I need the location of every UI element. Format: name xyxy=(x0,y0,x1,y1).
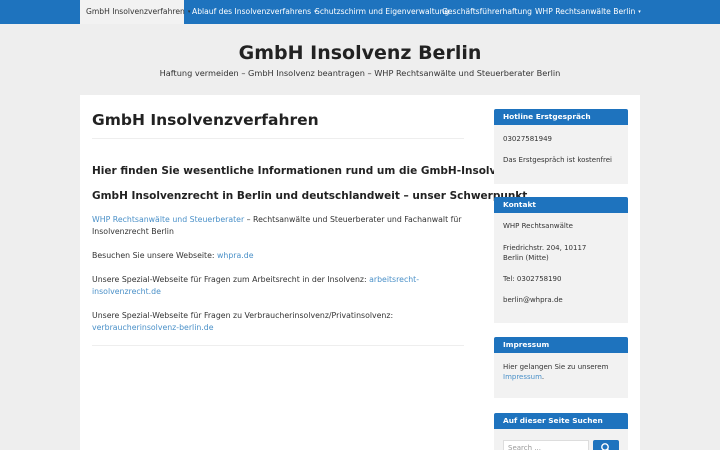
nav-item-label: WHP Rechtsanwälte Berlin xyxy=(535,7,636,16)
kontakt-address: Friedrichstr. 204, 10117 Berlin (Mitte) xyxy=(503,244,587,262)
widget-title-impressum: Impressum xyxy=(494,337,628,353)
nav-item-schutzschirm[interactable]: Schutzschirm und Eigenverwaltung xyxy=(315,0,449,24)
nav-item-label: Ablauf des Insolvenzverfahrens xyxy=(192,7,312,16)
kontakt-tel: Tel: 0302758190 xyxy=(503,275,562,283)
paragraph-verbraucher: Unsere Spezial-Webseite für Fragen zu Ve… xyxy=(92,310,462,334)
whp-link[interactable]: WHP Rechtsanwälte und Steuerberater xyxy=(92,215,244,224)
search-button[interactable] xyxy=(593,440,619,450)
hotline-note: Das Erstgespräch ist kostenfrei xyxy=(503,156,612,164)
section-heading: Hier finden Sie wesentliche Informatione… xyxy=(92,165,518,177)
widget-title-search: Auf dieser Seite Suchen xyxy=(494,413,628,429)
section-heading: GmbH Insolvenzrecht in Berlin und deutsc… xyxy=(92,190,532,202)
title-divider xyxy=(92,138,464,139)
impressum-dot: . xyxy=(541,373,545,381)
verbraucherinsolvenz-link[interactable]: verbraucherinsolvenz-berlin.de xyxy=(92,323,214,332)
nav-item-whp-rechtsanwaelte[interactable]: WHP Rechtsanwälte Berlin ▾ xyxy=(535,0,641,24)
paragraph-text: Unsere Spezial-Webseite für Fragen zu Ve… xyxy=(92,311,394,320)
site-description: Haftung vermeiden – GmbH Insolvenz beant… xyxy=(159,68,561,78)
kontakt-email: berlin@whpra.de xyxy=(503,296,563,304)
content-divider xyxy=(92,345,464,346)
kontakt-name: WHP Rechtsanwälte xyxy=(503,222,573,230)
paragraph-arbeitsrecht: Unsere Spezial-Webseite für Fragen zum A… xyxy=(92,274,462,298)
widget-title-hotline: Hotline Erstgespräch xyxy=(494,109,628,125)
paragraph-text: Unsere Spezial-Webseite für Fragen zum A… xyxy=(92,275,370,284)
nav-item-label: Geschäftsführerhaftung xyxy=(442,7,532,16)
paragraph-text: Besuchen Sie unsere Webseite: xyxy=(92,251,218,260)
widget-title-kontakt: Kontakt xyxy=(494,197,628,213)
chevron-down-icon: ▾ xyxy=(638,9,641,15)
paragraph-whp: WHP Rechtsanwälte und Steuerberater – Re… xyxy=(92,214,462,238)
nav-item-geschaeftsfuehrerhaftung[interactable]: Geschäftsführerhaftung xyxy=(442,0,532,24)
nav-item-label: GmbH Insolvenzverfahren xyxy=(86,7,185,16)
whpra-link[interactable]: whpra.de xyxy=(217,251,253,260)
paragraph-website: Besuchen Sie unsere Webseite: whpra.de xyxy=(92,250,462,262)
site-title[interactable]: GmbH Insolvenz Berlin xyxy=(0,42,720,64)
impressum-label: Hier gelangen Sie zu unserem xyxy=(503,363,609,371)
page-title: GmbH Insolvenzverfahren xyxy=(92,111,319,129)
impressum-link[interactable]: Impressum xyxy=(503,373,542,381)
nav-item-label: Schutzschirm und Eigenverwaltung xyxy=(315,7,450,16)
chevron-down-icon: ▾ xyxy=(187,9,191,15)
hotline-phone: 03027581949 xyxy=(503,135,552,143)
nav-item-gmbh-insolvenzverfahren[interactable]: GmbH Insolvenzverfahren ▾ xyxy=(80,0,190,24)
main-navigation: GmbH Insolvenzverfahren ▾ Ablauf des Inso… xyxy=(0,0,720,24)
search-icon xyxy=(601,443,610,450)
nav-item-ablauf[interactable]: Ablauf des Insolvenzverfahrens ▾ xyxy=(192,0,317,24)
impressum-text: Hier gelangen Sie zu unserem Impressum. xyxy=(503,362,623,382)
search-input[interactable]: Search ... xyxy=(503,440,589,450)
